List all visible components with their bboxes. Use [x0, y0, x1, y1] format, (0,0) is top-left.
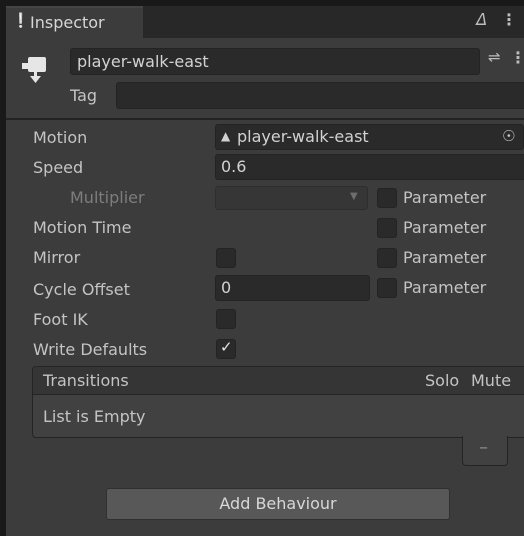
kebab-menu-icon[interactable]: ⋮ — [510, 48, 524, 67]
multiplier-parameter-checkbox[interactable] — [377, 188, 397, 208]
multiplier-parameter-label: Parameter — [403, 188, 487, 207]
write-defaults-checkbox[interactable]: ✓ — [216, 338, 236, 359]
multiplier-dropdown[interactable]: ▼ — [215, 186, 368, 210]
motion-value: player-walk-east — [237, 127, 369, 146]
mirror-checkbox[interactable] — [216, 248, 236, 268]
animation-clip-icon: ▲ — [221, 129, 231, 143]
mirror-parameter-label: Parameter — [403, 248, 487, 267]
dropdown-arrow-icon: ▼ — [350, 191, 358, 202]
motion-time-label: Motion Time — [33, 218, 132, 237]
tab-inspector[interactable]: ❕ Inspector — [6, 6, 143, 38]
info-icon: ❕ — [12, 13, 30, 29]
speed-input[interactable]: 0.6 — [215, 154, 524, 180]
game-object-icon — [22, 57, 46, 83]
transitions-title: Transitions — [43, 371, 129, 390]
cycle-offset-label: Cycle Offset — [33, 280, 130, 299]
list-empty-text: List is Empty — [43, 407, 146, 426]
lock-icon[interactable]: 𝛥 — [475, 10, 486, 30]
object-header: player-walk-east ⇌ ⋮ Tag — [6, 38, 524, 118]
speed-value: 0.6 — [221, 157, 247, 176]
minus-icon: – — [479, 437, 488, 458]
tag-dropdown[interactable] — [116, 82, 524, 109]
motion-label: Motion — [33, 128, 88, 147]
tab-strip-empty: 𝛥 ⋮ — [143, 6, 524, 38]
foot-ik-checkbox[interactable] — [216, 309, 236, 329]
object-name-value: player-walk-east — [77, 52, 209, 71]
motion-time-parameter-label: Parameter — [403, 218, 487, 237]
mute-column-header: Mute — [471, 371, 512, 390]
presets-icon[interactable]: ⇌ — [488, 48, 501, 66]
object-name-field[interactable]: player-walk-east — [70, 48, 480, 75]
cycle-offset-value: 0 — [221, 278, 232, 297]
add-behaviour-button[interactable]: Add Behaviour — [106, 488, 450, 520]
solo-column-header: Solo — [425, 371, 460, 390]
mirror-parameter-checkbox[interactable] — [377, 248, 397, 268]
tab-title: Inspector — [30, 13, 105, 32]
tag-label: Tag — [70, 86, 98, 105]
write-defaults-label: Write Defaults — [33, 340, 148, 359]
speed-label: Speed — [33, 158, 84, 177]
remove-transition-button[interactable]: – — [462, 436, 508, 466]
checkmark-icon: ✓ — [220, 338, 233, 356]
multiplier-label: Multiplier — [70, 188, 145, 207]
motion-field[interactable]: ▲ player-walk-east ☉ — [215, 124, 524, 150]
cycle-offset-parameter-label: Parameter — [403, 278, 487, 297]
transitions-header: Transitions Solo Mute — [33, 367, 524, 395]
foot-ik-label: Foot IK — [33, 310, 88, 329]
kebab-menu-icon[interactable]: ⋮ — [501, 10, 517, 29]
transitions-list: Transitions Solo Mute List is Empty — [32, 366, 524, 438]
object-picker-icon[interactable]: ☉ — [502, 127, 515, 145]
cycle-offset-input[interactable]: 0 — [215, 275, 370, 301]
motion-time-parameter-checkbox[interactable] — [377, 218, 397, 238]
cycle-offset-parameter-checkbox[interactable] — [377, 278, 397, 298]
mirror-label: Mirror — [33, 248, 81, 267]
